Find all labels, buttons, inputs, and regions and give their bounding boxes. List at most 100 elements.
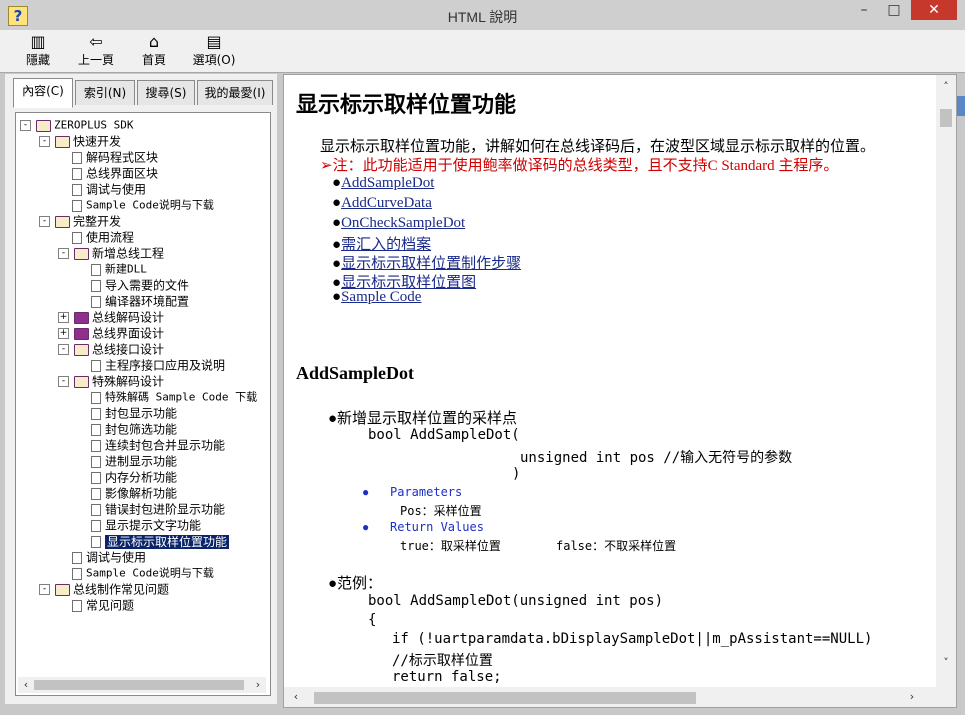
link-sample-code[interactable]: Sample Code — [341, 289, 421, 305]
scroll-up-icon[interactable]: ˄ — [938, 79, 954, 95]
tree-item[interactable]: Sample Code说明与下载 — [72, 565, 214, 581]
link-onchecksampledot[interactable]: OnCheckSampleDot — [341, 215, 465, 231]
tree-item[interactable]: 主程序接口应用及说明 — [91, 357, 225, 373]
tree-item-label: 显示提示文字功能 — [105, 518, 202, 533]
collapse-icon[interactable]: - — [58, 248, 69, 259]
content-vscroll-thumb[interactable] — [940, 109, 952, 127]
collapse-icon[interactable]: - — [39, 136, 50, 147]
tree-item[interactable]: 编译器环境配置 — [91, 293, 189, 309]
tree-item[interactable]: Sample Code说明与下载 — [72, 197, 214, 213]
tree-item[interactable]: - 总线接口设计 — [58, 341, 164, 357]
collapse-icon[interactable]: - — [58, 376, 69, 387]
tree-item[interactable]: 进制显示功能 — [91, 453, 177, 469]
close-button[interactable]: ✕ — [911, 0, 957, 20]
collapse-icon[interactable]: - — [58, 344, 69, 355]
collapse-icon[interactable]: - — [39, 216, 50, 227]
link-item: ●AddSampleDot — [332, 175, 435, 191]
tree-item[interactable]: 内存分析功能 — [91, 469, 177, 485]
tree-item[interactable]: 调试与使用 — [72, 181, 146, 197]
tab-index[interactable]: 索引(N) — [75, 80, 135, 105]
tree-item[interactable]: - 完整开发 — [39, 213, 121, 229]
tab-favorites[interactable]: 我的最愛(I) — [197, 80, 273, 105]
tree-item-label: 主程序接口应用及说明 — [105, 358, 226, 373]
scroll-left-icon[interactable]: ‹ — [288, 689, 304, 705]
link-addcurvedata[interactable]: AddCurveData — [341, 195, 432, 211]
link-import-files[interactable]: 需汇入的档案 — [341, 237, 431, 253]
nav-tabs: 內容(C) 索引(N) 搜尋(S) 我的最愛(I) — [13, 78, 273, 108]
content-pane: 显示标示取样位置功能 显示标示取样位置功能，讲解如何在总线译码后，在波型区域显示… — [283, 74, 957, 708]
page-icon — [91, 359, 101, 372]
tree-item[interactable]: - 快速开发 — [39, 133, 121, 149]
tree-item-label: 快速开发 — [73, 134, 122, 149]
desktop-edge — [957, 96, 965, 116]
page-icon — [91, 471, 101, 484]
back-button[interactable]: ⇦ 上一頁 — [68, 32, 124, 70]
tree-item[interactable]: - 特殊解码设计 — [58, 373, 164, 389]
page-icon — [72, 567, 82, 580]
open-book-icon — [74, 247, 89, 260]
tab-contents[interactable]: 內容(C) — [13, 78, 73, 108]
tree-item[interactable]: 显示提示文字功能 — [91, 517, 201, 533]
hide-button[interactable]: ▥ 隱藏 — [10, 32, 66, 70]
options-button[interactable]: ▤ 選項(O) — [186, 32, 242, 70]
page-icon — [72, 231, 82, 244]
content-hscroll-thumb[interactable] — [314, 692, 696, 704]
tree-item-label: ZEROPLUS SDK — [54, 118, 134, 132]
scroll-right-icon[interactable]: › — [250, 677, 266, 693]
tree-item[interactable]: - ZEROPLUS SDK — [20, 117, 133, 133]
scroll-left-icon[interactable]: ‹ — [18, 677, 34, 693]
page-icon — [91, 503, 101, 516]
tree-item[interactable]: 封包显示功能 — [91, 405, 177, 421]
tree-item[interactable]: 调试与使用 — [72, 549, 146, 565]
code-line: return false; — [392, 669, 502, 685]
bullet-example: ●范例： — [328, 576, 383, 592]
tree-item[interactable]: + 总线解码设计 — [58, 309, 164, 325]
link-steps[interactable]: 显示标示取样位置制作步骤 — [341, 256, 521, 272]
tree-item[interactable]: 影像解析功能 — [91, 485, 177, 501]
back-arrow-icon: ⇦ — [89, 32, 103, 51]
tree-scroll-thumb[interactable] — [34, 680, 244, 690]
tree-item[interactable]: 错误封包进阶显示功能 — [91, 501, 225, 517]
home-icon: ⌂ — [148, 32, 160, 51]
expand-icon[interactable]: + — [58, 312, 69, 323]
tree-item[interactable]: 常见问题 — [72, 597, 134, 613]
options-label: 選項(O) — [192, 53, 236, 67]
tree-item[interactable]: 总线界面区块 — [72, 165, 158, 181]
maximize-button[interactable]: □ — [880, 0, 908, 20]
tree-item[interactable]: 解码程式区块 — [72, 149, 158, 165]
content-horizontal-scrollbar[interactable]: ‹ › — [284, 687, 936, 707]
scroll-down-icon[interactable]: ˅ — [938, 655, 954, 671]
tree-item[interactable]: - 新增总线工程 — [58, 245, 164, 261]
signature-line-3: ) — [512, 466, 521, 482]
tree-item-label: 完整开发 — [73, 214, 122, 229]
page-icon — [72, 199, 82, 212]
tree-item[interactable]: 特殊解碼 Sample Code 下载 — [91, 389, 257, 405]
link-item: ●AddCurveData — [332, 195, 432, 211]
expand-icon[interactable]: + — [58, 328, 69, 339]
code-line: //标示取样位置 — [392, 653, 493, 669]
open-book-icon — [36, 119, 51, 132]
link-addsampledot[interactable]: AddSampleDot — [341, 175, 434, 191]
signature-line-2: unsigned int pos //输入无符号的参数 — [520, 450, 793, 466]
contents-tree[interactable]: - ZEROPLUS SDK - 快速开发 解码程式区块 总线界面区块 调试与使用 Sampl… — [18, 115, 266, 673]
tree-item-label: 编译器环境配置 — [105, 294, 190, 309]
minimize-button[interactable]: – — [850, 0, 878, 20]
tree-item[interactable]: 新建DLL — [91, 261, 147, 277]
page-icon — [72, 599, 82, 612]
tree-item[interactable]: 连续封包合并显示功能 — [91, 437, 225, 453]
content-vertical-scrollbar[interactable]: ˄ ˅ — [936, 75, 956, 687]
tab-search[interactable]: 搜尋(S) — [137, 80, 195, 105]
tree-horizontal-scrollbar[interactable]: ‹ › — [18, 677, 266, 693]
closed-book-icon — [74, 311, 89, 324]
tree-item[interactable]: 封包筛选功能 — [91, 421, 177, 437]
scroll-right-icon[interactable]: › — [904, 689, 920, 705]
collapse-icon[interactable]: - — [20, 120, 31, 131]
tree-item[interactable]: 导入需要的文件 — [91, 277, 189, 293]
tree-item[interactable]: 显示标示取样位置功能 — [91, 533, 230, 549]
tree-item[interactable]: 使用流程 — [72, 229, 134, 245]
collapse-icon[interactable]: - — [39, 584, 50, 595]
tree-item[interactable]: + 总线界面设计 — [58, 325, 164, 341]
params-bullet-icon: ● — [362, 485, 370, 499]
tree-item[interactable]: - 总线制作常见问题 — [39, 581, 169, 597]
home-button[interactable]: ⌂ 首頁 — [126, 32, 182, 70]
